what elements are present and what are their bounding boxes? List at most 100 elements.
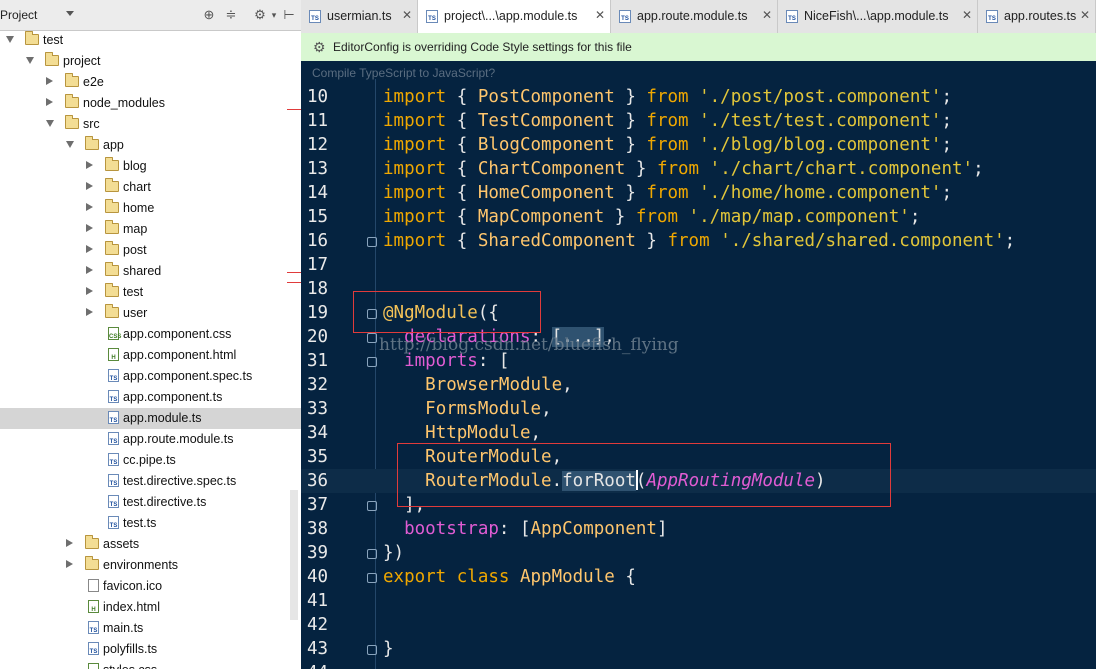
expand-right-icon[interactable] — [86, 287, 93, 295]
code-line[interactable]: 10 import { PostComponent } from './post/… — [301, 85, 1096, 109]
expand-right-icon[interactable] — [86, 161, 93, 169]
ts-file-icon: TS — [108, 432, 119, 445]
project-view-selector[interactable]: Project — [0, 8, 37, 22]
file-badge: TS — [109, 460, 118, 466]
code-line[interactable]: 42 — [301, 613, 1096, 637]
code-line[interactable]: 39}) — [301, 541, 1096, 565]
tree-item[interactable]: TS app.route.module.ts — [0, 429, 301, 450]
css-file-icon: CSS — [88, 663, 99, 669]
fold-marker-icon[interactable] — [367, 645, 377, 655]
file-badge: TS — [109, 418, 118, 424]
locate-icon[interactable]: ⊕ — [201, 7, 217, 23]
tree-item[interactable]: e2e — [0, 72, 301, 93]
close-icon[interactable]: ✕ — [1080, 8, 1090, 22]
tree-item[interactable]: Happ.component.html — [0, 345, 301, 366]
tree-item[interactable]: TS test.ts — [0, 513, 301, 534]
tree-item[interactable]: environments — [0, 555, 301, 576]
code-line[interactable]: 11 import { TestComponent } from './test/… — [301, 109, 1096, 133]
expand-right-icon[interactable] — [86, 266, 93, 274]
editor-tab[interactable]: TS app.route.module.ts ✕ — [611, 0, 778, 33]
code-line[interactable]: 15 import { MapComponent } from './map/ma… — [301, 205, 1096, 229]
tree-item[interactable]: TS test.directive.spec.ts — [0, 471, 301, 492]
code-line[interactable]: 16 import { SharedComponent } from './sha… — [301, 229, 1096, 253]
expand-right-icon[interactable] — [86, 182, 93, 190]
tree-item[interactable]: blog — [0, 156, 301, 177]
code-line[interactable]: 38 bootstrap: [AppComponent] — [301, 517, 1096, 541]
chevron-down-icon[interactable] — [66, 11, 74, 16]
tree-item[interactable]: src — [0, 114, 301, 135]
gear-dropdown-icon[interactable]: ▾ — [266, 7, 282, 23]
code-token: ; — [941, 111, 952, 131]
tree-item[interactable]: Hindex.html — [0, 597, 301, 618]
code-line[interactable]: 34 HttpModule, — [301, 421, 1096, 445]
expand-right-icon[interactable] — [86, 308, 93, 316]
close-icon[interactable]: ✕ — [402, 8, 412, 22]
tree-item[interactable]: map — [0, 219, 301, 240]
tree-item[interactable]: post — [0, 240, 301, 261]
tree-item[interactable]: CSS app.component.css — [0, 324, 301, 345]
tree-item[interactable]: assets — [0, 534, 301, 555]
code-line[interactable]: 12 import { BlogComponent } from './blog/… — [301, 133, 1096, 157]
tree-item[interactable]: TS app.component.ts — [0, 387, 301, 408]
fold-marker-icon[interactable] — [367, 357, 377, 367]
close-icon[interactable]: ✕ — [962, 8, 972, 22]
code-editor[interactable]: Compile TypeScript to JavaScript? 10 impo… — [301, 61, 1096, 669]
code-line[interactable]: 32 BrowserModule, — [301, 373, 1096, 397]
code-line[interactable]: 40 export class AppModule { — [301, 565, 1096, 589]
expand-right-icon[interactable] — [86, 224, 93, 232]
tree-item[interactable]: project — [0, 51, 301, 72]
editor-tab[interactable]: TS app.routes.ts ✕ — [978, 0, 1096, 33]
expand-right-icon[interactable] — [66, 560, 73, 568]
code-line[interactable]: 14 import { HomeComponent } from './home/… — [301, 181, 1096, 205]
tree-item[interactable]: app — [0, 135, 301, 156]
code-line[interactable]: 44 — [301, 661, 1096, 669]
hide-panel-icon[interactable]: ⊢ — [281, 7, 297, 23]
tree-item[interactable]: home — [0, 198, 301, 219]
expand-right-icon[interactable] — [46, 77, 53, 85]
expand-down-icon[interactable] — [46, 120, 54, 127]
expand-down-icon[interactable] — [6, 36, 14, 43]
editor-tab[interactable]: TS project\...\app.module.ts ✕ — [418, 0, 611, 33]
tree-item[interactable]: node_modules — [0, 93, 301, 114]
tree-item[interactable]: TS app.component.spec.ts — [0, 366, 301, 387]
fold-marker-icon[interactable] — [367, 333, 377, 343]
tree-item[interactable]: test — [0, 30, 301, 51]
expand-right-icon[interactable] — [86, 245, 93, 253]
editor-tab[interactable]: TS NiceFish\...\app.module.ts ✕ — [778, 0, 978, 33]
line-number: 37 — [307, 495, 329, 515]
expand-right-icon[interactable] — [66, 539, 73, 547]
editor-tab[interactable]: TS usermian.ts ✕ — [301, 0, 418, 33]
code-line[interactable]: 41 — [301, 589, 1096, 613]
tree-item[interactable]: TS main.ts — [0, 618, 301, 639]
code-line[interactable]: 13 import { ChartComponent } from './char… — [301, 157, 1096, 181]
project-tree: test project e2e node_modules src app blog char… — [0, 30, 301, 669]
fold-marker-icon[interactable] — [367, 501, 377, 511]
fold-marker-icon[interactable] — [367, 237, 377, 247]
tree-item[interactable]: TS polyfills.ts — [0, 639, 301, 660]
fold-marker-icon[interactable] — [367, 549, 377, 559]
fold-marker-icon[interactable] — [367, 573, 377, 583]
code-line[interactable]: 17 — [301, 253, 1096, 277]
close-icon[interactable]: ✕ — [595, 8, 605, 22]
tree-item-label: index.html — [103, 600, 160, 614]
expand-right-icon[interactable] — [46, 98, 53, 106]
collapse-all-icon[interactable]: ≑ — [223, 7, 239, 23]
tree-item[interactable]: shared — [0, 261, 301, 282]
code-token: ; — [909, 207, 921, 227]
tree-item[interactable]: TS app.module.ts — [0, 408, 301, 429]
close-icon[interactable]: ✕ — [762, 8, 772, 22]
expand-down-icon[interactable] — [26, 57, 34, 64]
tree-item[interactable]: TS test.directive.ts — [0, 492, 301, 513]
tree-scrollbar[interactable] — [290, 490, 298, 620]
expand-right-icon[interactable] — [86, 203, 93, 211]
tree-item[interactable]: favicon.ico — [0, 576, 301, 597]
tree-item[interactable]: test — [0, 282, 301, 303]
code-line[interactable]: 43} — [301, 637, 1096, 661]
tree-item[interactable]: chart — [0, 177, 301, 198]
tree-item[interactable]: TS cc.pipe.ts — [0, 450, 301, 471]
tree-item[interactable]: user — [0, 303, 301, 324]
code-line[interactable]: 33 FormsModule, — [301, 397, 1096, 421]
tree-item[interactable]: CSS styles.css — [0, 660, 301, 669]
expand-down-icon[interactable] — [66, 141, 74, 148]
code-text: BrowserModule, — [383, 373, 573, 397]
